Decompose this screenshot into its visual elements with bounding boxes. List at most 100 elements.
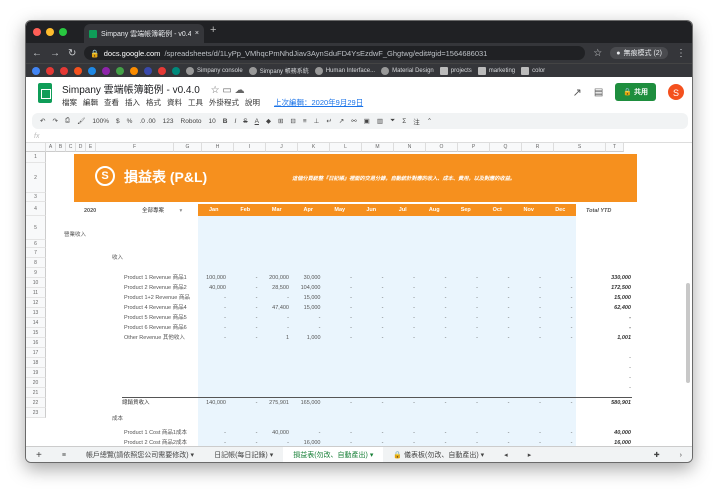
apps-icon[interactable] [32,66,40,75]
menu-insert[interactable]: 插入 [125,97,140,108]
wrap-icon[interactable]: ↵ [326,117,331,125]
month-value-cell[interactable]: 165,000 [293,398,321,408]
row-header[interactable]: 22 [26,398,46,408]
total-ytd-cell[interactable]: 1,001 [581,333,631,343]
month-value-cell[interactable]: - [419,323,447,333]
row-header[interactable]: 1 [26,152,46,163]
bold-icon[interactable]: B [223,118,228,125]
month-value-cell[interactable]: - [293,313,321,323]
sheet-tab[interactable]: 🔒 儀表板(勿改、自動產出) ▾ [383,447,494,463]
bookmark-icon[interactable] [116,66,124,75]
bookmark-item[interactable]: Material Design [381,66,434,75]
month-value-cell[interactable]: 40,000 [261,428,289,438]
month-value-cell[interactable]: - [419,273,447,283]
month-value-cell[interactable]: - [545,293,573,303]
bookmark-item[interactable]: Simpany 帳務系統 [248,66,309,75]
month-value-cell[interactable]: - [198,323,226,333]
month-value-cell[interactable]: 1 [261,333,289,343]
month-value-cell[interactable]: - [293,428,321,438]
month-value-cell[interactable]: 200,000 [261,273,289,283]
month-value-cell[interactable]: - [230,428,258,438]
column-header[interactable]: L [330,143,362,152]
month-value-cell[interactable]: 104,000 [293,283,321,293]
month-value-cell[interactable]: - [356,303,384,313]
month-value-cell[interactable]: - [513,293,541,303]
incognito-profile-button[interactable]: ● 無痕模式 (2) [610,47,668,59]
bookmark-icon[interactable] [74,66,82,75]
bookmark-folder[interactable]: color [521,66,545,75]
total-ytd-cell[interactable]: 172,500 [581,283,631,293]
total-ytd-cell[interactable]: 62,400 [581,303,631,313]
activity-icon[interactable]: ↗ [573,86,582,99]
document-title[interactable]: Simpany 雲端帳簿範例 - v0.4.0 ☆ ▭ ☁ [62,81,245,96]
formula-bar[interactable]: fx [26,131,692,143]
row-header[interactable]: 18 [26,358,46,368]
sheet-tab-active[interactable]: 損益表(勿改、自動產出) ▾ [283,446,384,462]
month-value-cell[interactable]: - [387,293,415,303]
link-icon[interactable]: ⚯ [351,117,356,125]
row-label[interactable]: Product 4 Revenue 商品4 [124,303,200,313]
month-value-cell[interactable]: - [513,303,541,313]
month-value-cell[interactable]: - [513,333,541,343]
column-header[interactable]: O [426,143,458,152]
currency-button[interactable]: $ [116,118,120,125]
maximize-window-icon[interactable] [59,28,67,36]
strikethrough-icon[interactable]: S [243,118,247,125]
borders-icon[interactable]: ⊞ [278,117,283,125]
row-label[interactable]: Product 5 Revenue 商品5 [124,313,200,323]
menu-data[interactable]: 資料 [167,97,182,108]
month-value-cell[interactable]: - [450,323,478,333]
column-header[interactable]: M [362,143,394,152]
total-ytd-cell[interactable]: - [581,353,631,363]
star-doc-icon[interactable]: ☆ [211,85,220,96]
column-header[interactable]: Q [490,143,522,152]
month-value-cell[interactable]: - [450,273,478,283]
align-icon[interactable]: ≡ [303,118,307,125]
column-header[interactable]: K [298,143,330,152]
collapse-toolbar-icon[interactable]: ⌃ [427,117,432,125]
month-value-cell[interactable]: - [545,283,573,293]
filter-icon[interactable]: ⏷ [390,117,395,125]
close-tab-icon[interactable]: × [195,30,199,37]
month-value-cell[interactable]: 47,400 [261,303,289,313]
bookmark-icon[interactable] [144,66,152,75]
vertical-scrollbar[interactable] [686,283,690,383]
month-value-cell[interactable]: - [482,323,510,333]
forward-icon[interactable]: → [50,48,60,59]
paint-format-icon[interactable]: 🖌 [77,117,85,125]
month-value-cell[interactable]: - [450,293,478,303]
month-value-cell[interactable]: - [198,293,226,303]
month-value-cell[interactable]: - [419,398,447,408]
functions-icon[interactable]: Σ [402,118,406,125]
row-header[interactable]: 2 [26,163,46,193]
month-value-cell[interactable]: - [513,313,541,323]
month-value-cell[interactable]: 40,000 [198,283,226,293]
bookmark-icon[interactable] [46,66,54,75]
column-header[interactable]: G [174,143,202,152]
month-value-cell[interactable]: - [419,313,447,323]
month-value-cell[interactable]: - [482,303,510,313]
row-header[interactable]: 15 [26,328,46,338]
month-value-cell[interactable]: - [198,428,226,438]
redo-icon[interactable]: ↷ [52,117,57,125]
bookmark-icon[interactable] [130,66,138,75]
font-select[interactable]: Roboto [181,118,202,125]
year-cell[interactable]: 2020 [84,206,96,216]
back-icon[interactable]: ← [32,48,42,59]
total-ytd-cell[interactable]: - [581,323,631,333]
total-ytd-cell[interactable]: 580,901 [581,398,631,408]
column-header[interactable]: C [66,143,76,152]
sheets-logo[interactable] [38,83,52,103]
month-value-cell[interactable]: - [230,323,258,333]
month-value-cell[interactable]: - [482,428,510,438]
month-value-cell[interactable]: - [450,398,478,408]
project-filter-dropdown[interactable]: 全部專案 ▾ [142,206,182,216]
font-size-select[interactable]: 10 [209,118,216,125]
month-value-cell[interactable]: - [356,313,384,323]
rotate-icon[interactable]: ↗ [339,117,344,125]
browser-tab[interactable]: Simpany 雲端帳簿範例 - v0.4.0 × [84,24,204,43]
month-value-cell[interactable]: - [387,273,415,283]
month-value-cell[interactable]: - [450,428,478,438]
month-value-cell[interactable]: - [482,398,510,408]
row-header[interactable]: 10 [26,278,46,288]
